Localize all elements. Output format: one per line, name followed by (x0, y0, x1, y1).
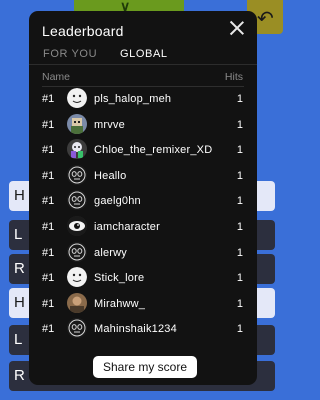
rank-label: #1 (42, 93, 55, 105)
hits-count: 1 (236, 272, 243, 285)
hits-count: 1 (236, 118, 243, 131)
avatar-photo (67, 292, 87, 313)
username-label: Mahinshaik1234 (94, 323, 177, 336)
undo-icon: ↶ (257, 8, 274, 30)
tab-global[interactable]: GLOBAL (116, 48, 172, 65)
white-face-icon (67, 267, 87, 288)
leaderboard-row[interactable]: #1 gaelg0hn 1 (29, 188, 257, 214)
username-label: gaelg0hn (94, 195, 141, 208)
leaderboard-list: #1 pls_halop_meh 1 #1 mrvve 1 #1 Chloe_the_remi… (29, 86, 257, 342)
modal-title: Leaderboard (42, 23, 124, 39)
hits-count: 1 (236, 169, 243, 182)
column-header-hits: Hits (224, 71, 243, 83)
leaderboard-row[interactable]: #1 Stick_lore 1 (29, 265, 257, 291)
rank-label: #1 (42, 195, 55, 208)
share-score-button[interactable]: Share my score (93, 356, 197, 378)
mask-icon (67, 190, 87, 211)
leaderboard-row[interactable]: #1 mrvve 1 (29, 112, 257, 138)
background-option-label: H (14, 187, 25, 204)
leaderboard-row[interactable]: #1 iamcharacter 1 (29, 214, 257, 240)
username-label: mrvve (94, 118, 125, 131)
background-option-label: R (14, 260, 25, 277)
leaderboard-row[interactable]: #1 Heallo 1 (29, 163, 257, 189)
hits-count: 1 (236, 297, 243, 310)
hits-count: 1 (236, 246, 243, 259)
background-option-label: L (14, 331, 23, 348)
mask-icon (67, 241, 87, 262)
username-label: alerwy (94, 246, 127, 259)
rank-label: #1 (42, 297, 55, 310)
leaderboard-row[interactable]: #1 Mirahww_ 1 (29, 291, 257, 317)
leaderboard-row[interactable]: #1 Mahinshaik1234 1 (29, 316, 257, 342)
leaderboard-row[interactable]: #1 alerwy 1 (29, 240, 257, 266)
background-option-label: H (14, 294, 25, 311)
rank-label: #1 (42, 220, 55, 233)
mask-icon (67, 318, 87, 339)
hits-count: 1 (236, 144, 243, 157)
tab-divider (29, 64, 257, 65)
username-label: Chloe_the_remixer_XD (94, 144, 213, 157)
username-label: Stick_lore (94, 272, 145, 285)
hits-count: 1 (236, 93, 243, 105)
eye-icon (67, 215, 87, 236)
rank-label: #1 (42, 144, 55, 157)
background-option-label: R (14, 367, 25, 384)
mask-icon (67, 164, 87, 185)
tab-for-you[interactable]: FOR YOU (43, 48, 97, 65)
hits-count: 1 (236, 220, 243, 233)
column-header-name: Name (42, 71, 71, 83)
rank-label: #1 (42, 272, 55, 285)
close-icon[interactable] (229, 20, 245, 36)
rank-label: #1 (42, 169, 55, 182)
username-label: Mirahww_ (94, 297, 146, 310)
rank-label: #1 (42, 246, 55, 259)
username-label: iamcharacter (94, 220, 160, 233)
rank-label: #1 (42, 323, 55, 336)
background-option-label: L (14, 226, 23, 243)
leaderboard-row[interactable]: #1 Chloe_the_remixer_XD 1 (29, 137, 257, 163)
username-label: Heallo (94, 169, 127, 182)
hits-count: 1 (236, 195, 243, 208)
pixel-character-icon (67, 113, 87, 134)
white-face-icon (67, 88, 87, 108)
rank-label: #1 (42, 118, 55, 131)
hits-count: 1 (236, 323, 243, 336)
leaderboard-modal: Leaderboard FOR YOU GLOBAL Name Hits #1 p… (29, 11, 257, 385)
leaderboard-row[interactable]: #1 pls_halop_meh 1 (29, 86, 257, 112)
username-label: pls_halop_meh (94, 93, 172, 105)
character-icon (67, 139, 87, 160)
